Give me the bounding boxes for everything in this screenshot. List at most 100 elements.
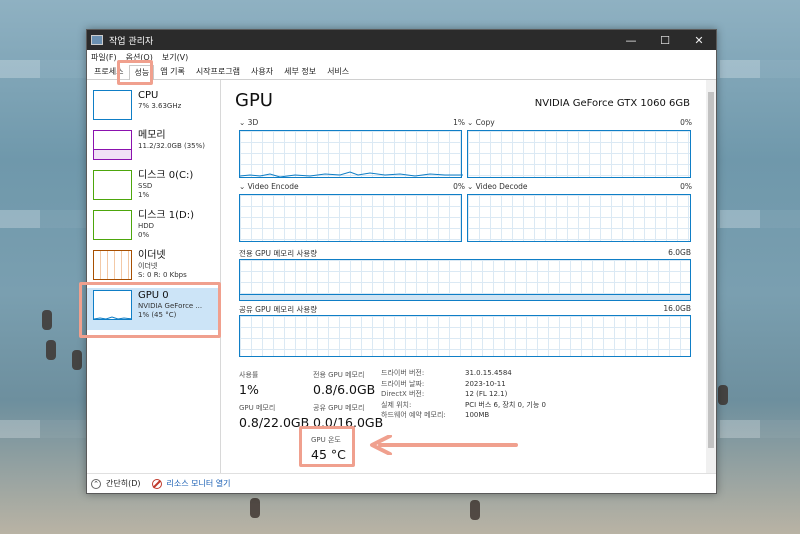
sidebar-item-gpu-0[interactable]: GPU 0 NVIDIA GeForce ... 1% (45 °C) — [87, 288, 221, 330]
info-value: 12 (FL 12.1) — [465, 390, 508, 398]
stat-label: GPU 메모리 — [239, 404, 276, 412]
engine-label-copy[interactable]: ⌄ Copy 0% — [467, 118, 692, 127]
dedicated-memory-fill — [240, 294, 690, 300]
status-footer: ⌃ 간단히(D) 리소스 모니터 열기 — [87, 473, 716, 493]
sidebar-item-detail: 11.2/32.0GB (35%) — [138, 142, 206, 150]
sidebar-item-detail: SSD — [138, 182, 153, 190]
stat-usage: 사용률 1% — [239, 370, 259, 397]
stat-label: 사용률 — [239, 371, 259, 379]
gpu-thumbnail-line — [94, 316, 131, 319]
info-key: DirectX 버전: — [381, 390, 425, 398]
menu-bar: 파일(F) 옵션(O) 보기(V) — [87, 50, 716, 64]
sidebar-item-disk-0[interactable]: 디스크 0(C:) SSD 1% — [87, 168, 221, 208]
engine-percent: 0% — [680, 118, 692, 127]
chevron-down-icon: ⌄ — [467, 118, 476, 127]
stat-value: 0.8/22.0GB — [239, 415, 310, 430]
info-key: 하드웨어 예약 메모리: — [381, 411, 446, 419]
info-key: 드라이버 날짜: — [381, 379, 425, 388]
sidebar-item-label: GPU 0 — [138, 290, 169, 301]
engine-graph-3d — [239, 130, 463, 178]
sidebar-item-label: 디스크 1(D:) — [138, 210, 195, 221]
sidebar-item-disk-1[interactable]: 디스크 1(D:) HDD 0% — [87, 208, 221, 248]
minimize-button[interactable]: — — [614, 30, 648, 50]
info-value: 100MB — [465, 411, 490, 419]
stat-value: 0.8/6.0GB — [313, 382, 376, 397]
sidebar-item-label: 이더넷 — [138, 250, 166, 261]
tab-services[interactable]: 서비스 — [322, 64, 354, 79]
stat-gpu-memory: GPU 메모리 0.8/22.0GB — [239, 403, 309, 430]
shared-memory-graph — [239, 315, 691, 357]
background-swimmer — [250, 498, 260, 518]
resource-monitor-icon — [152, 478, 163, 489]
menu-file[interactable]: 파일(F) — [91, 52, 117, 63]
stat-dedicated-memory: 전용 GPU 메모리 0.8/6.0GB — [313, 370, 375, 397]
sidebar-item-usage: 0% — [138, 231, 150, 239]
stat-gpu-temperature: GPU 온도 45 °C — [311, 435, 346, 462]
engine-percent: 0% — [680, 182, 692, 191]
info-row: 드라이버 날짜: 2023-10-11 — [381, 379, 546, 390]
background-swimmer — [46, 340, 56, 360]
sidebar-item-detail: NVIDIA GeForce ... — [138, 302, 203, 310]
resource-sidebar: CPU 7% 3.63GHz 메모리 11.2/32.0GB (35%) 디스크 0… — [87, 80, 221, 473]
stat-value: 1% — [239, 382, 259, 397]
stat-value: 0.0/16.0GB — [313, 415, 384, 430]
stat-shared-memory: 공유 GPU 메모리 0.0/16.0GB — [313, 403, 383, 430]
tab-startup[interactable]: 시작프로그램 — [191, 64, 245, 79]
close-button[interactable]: ✕ — [682, 30, 716, 50]
task-manager-icon — [91, 35, 103, 45]
background-swimmer — [470, 500, 480, 520]
graph-max: 16.0GB — [663, 304, 691, 313]
tab-app-history[interactable]: 앱 기록 — [155, 64, 190, 79]
performance-content: CPU 7% 3.63GHz 메모리 11.2/32.0GB (35%) 디스크 0… — [87, 80, 716, 473]
sidebar-item-label: 메모리 — [138, 130, 166, 141]
stat-label: 전용 GPU 메모리 — [313, 371, 365, 379]
stat-value: 45 °C — [311, 447, 346, 462]
shared-memory-label: 공유 GPU 메모리 사용량 16.0GB — [239, 304, 691, 315]
sidebar-item-cpu[interactable]: CPU 7% 3.63GHz — [87, 88, 221, 128]
engine-label-video-decode[interactable]: ⌄ Video Decode 0% — [467, 182, 692, 191]
sidebar-item-usage: 1% — [138, 191, 150, 199]
dedicated-memory-label: 전용 GPU 메모리 사용량 6.0GB — [239, 248, 691, 259]
engine-percent: 0% — [453, 182, 465, 191]
menu-view[interactable]: 보기(V) — [162, 52, 188, 63]
engine-percent: 1% — [453, 118, 465, 127]
ethernet-thumbnail-graph — [93, 250, 132, 280]
tab-processes[interactable]: 프로세스 — [89, 64, 128, 79]
engine-name: 3D — [247, 118, 259, 127]
graph-title: 공유 GPU 메모리 사용량 — [239, 305, 318, 314]
sidebar-item-ethernet[interactable]: 이더넷 이더넷 S: 0 R: 0 Kbps — [87, 248, 221, 288]
info-value: PCI 버스 6, 장치 0, 기능 0 — [465, 400, 546, 409]
background-swimmer — [42, 310, 52, 330]
chevron-down-icon: ⌄ — [239, 118, 248, 127]
tab-users[interactable]: 사용자 — [246, 64, 278, 79]
engine-name: Video Decode — [475, 182, 528, 191]
info-row: 하드웨어 예약 메모리: 100MB — [381, 410, 546, 421]
gpu-detail-panel: GPU NVIDIA GeForce GTX 1060 6GB ⌄ 3D 1% ⌄… — [221, 80, 716, 473]
sidebar-item-usage: S: 0 R: 0 Kbps — [138, 271, 187, 279]
info-key: 실제 위치: — [381, 400, 412, 409]
memory-thumbnail-graph — [93, 130, 132, 160]
tab-performance[interactable]: 성능 — [129, 65, 155, 80]
chevron-up-icon[interactable]: ⌃ — [91, 478, 101, 489]
maximize-button[interactable]: ☐ — [648, 30, 682, 50]
driver-info: 드라이버 버전: 31.0.15.4584 드라이버 날짜: 2023-10-11 … — [381, 368, 546, 421]
menu-options[interactable]: 옵션(O) — [126, 52, 153, 63]
resource-monitor-link[interactable]: 리소스 모니터 열기 — [166, 478, 230, 489]
tab-details[interactable]: 세부 정보 — [279, 64, 321, 79]
tab-bar: 프로세스 성능 앱 기록 시작프로그램 사용자 세부 정보 서비스 — [87, 64, 716, 80]
info-key: 드라이버 버전: — [381, 369, 425, 377]
sidebar-item-label: CPU — [138, 90, 159, 101]
graph-max: 6.0GB — [668, 248, 691, 257]
sidebar-item-detail: HDD — [138, 222, 155, 230]
engine-label-3d[interactable]: ⌄ 3D 1% — [239, 118, 465, 127]
scrollbar-thumb[interactable] — [708, 92, 714, 448]
sidebar-item-memory[interactable]: 메모리 11.2/32.0GB (35%) — [87, 128, 221, 168]
engine-3d-usage-line — [240, 171, 463, 178]
collapse-link[interactable]: 간단히(D) — [106, 478, 140, 489]
info-row: 드라이버 버전: 31.0.15.4584 — [381, 368, 546, 379]
vertical-scrollbar[interactable] — [706, 80, 716, 473]
sidebar-item-detail: 7% 3.63GHz — [138, 102, 182, 110]
disk1-thumbnail-graph — [93, 210, 132, 240]
engine-label-video-encode[interactable]: ⌄ Video Encode 0% — [239, 182, 465, 191]
engine-graph-video-decode — [467, 194, 691, 242]
